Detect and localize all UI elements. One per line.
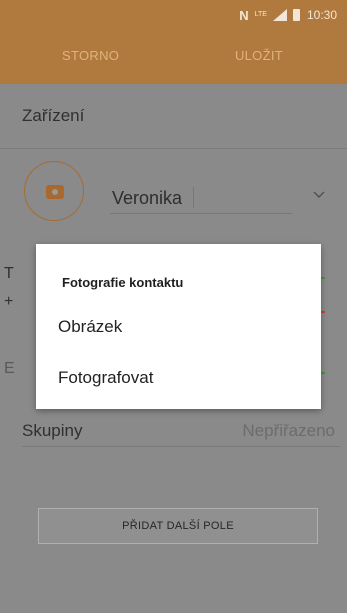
- signal-icon: [272, 9, 287, 21]
- groups-label: Skupiny: [22, 421, 83, 440]
- status-icons: N LTE: [239, 8, 300, 23]
- add-field-icon[interactable]: [321, 372, 325, 374]
- cancel-button[interactable]: STORNO: [62, 48, 119, 63]
- status-bar: N LTE 10:30: [0, 0, 347, 30]
- storage-device-label[interactable]: Zařízení: [22, 106, 84, 126]
- menu-item-label: Fotografovat: [58, 368, 154, 387]
- phone-type-label: T: [4, 265, 14, 282]
- menu-item-picture[interactable]: Obrázek: [36, 305, 321, 349]
- nfc-icon: N: [239, 7, 249, 23]
- save-button[interactable]: ULOŽIT: [235, 48, 283, 63]
- app-bar: STORNO ULOŽIT: [0, 30, 347, 84]
- status-time: 10:30: [306, 8, 337, 22]
- text-cursor: [193, 187, 194, 208]
- groups-underline: [22, 446, 340, 447]
- add-field-icon[interactable]: [321, 277, 325, 279]
- contact-photo-button[interactable]: [24, 161, 84, 221]
- lte-icon: LTE: [254, 11, 267, 18]
- chevron-down-icon[interactable]: [313, 191, 325, 199]
- remove-field-icon[interactable]: [321, 311, 325, 313]
- add-field-button-label: PŘIDAT DALŠÍ POLE: [122, 520, 234, 532]
- camera-icon: [46, 185, 64, 199]
- battery-icon: [292, 9, 300, 21]
- menu-item-take-photo[interactable]: Fotografovat: [36, 356, 321, 400]
- add-field-button[interactable]: PŘIDAT DALŠÍ POLE: [38, 508, 318, 544]
- divider: [0, 148, 347, 149]
- name-field[interactable]: Veronika: [112, 188, 182, 209]
- status-right: N LTE 10:30: [239, 7, 337, 23]
- menu-item-label: Obrázek: [58, 317, 123, 336]
- contact-photo-dialog: Fotografie kontaktu Obrázek Fotografovat: [36, 244, 321, 409]
- email-label: E: [4, 360, 15, 377]
- dialog-title: Fotografie kontaktu: [62, 275, 184, 290]
- groups-value[interactable]: Nepřiřazeno: [242, 421, 335, 441]
- phone-prefix-label: +: [4, 293, 14, 310]
- name-field-underline: [110, 213, 292, 214]
